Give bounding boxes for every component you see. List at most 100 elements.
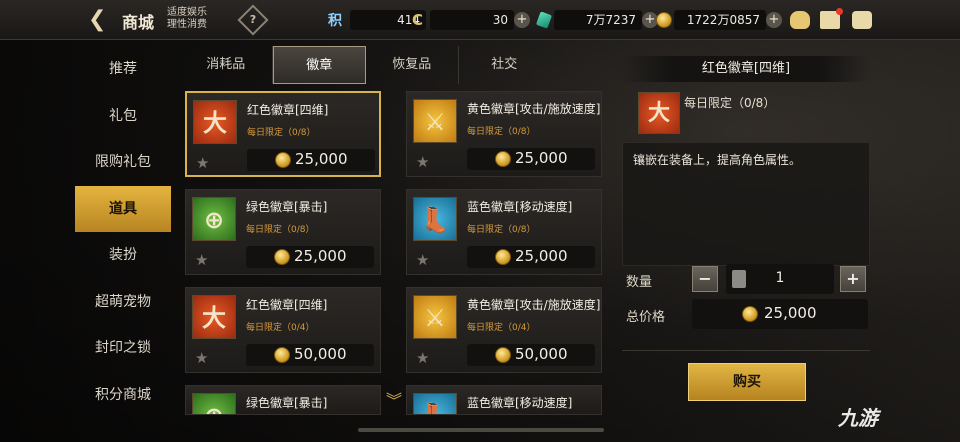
gold-coin-icon [495,347,511,363]
top-bar: ❮ 商城 适度娱乐 理性消费 ? 积 414 C 30 + 7万7237 + 1… [0,0,960,40]
total-price-value: 25,000 [764,304,817,322]
total-price-box: 25,000 [692,299,868,329]
tab-consumables[interactable]: 消耗品 [180,46,273,84]
item-card[interactable]: 大 ★ 红色徽章[四维] 每日限定（0/8） 25,000 [185,91,381,177]
blue-badge-icon: 👢 [413,197,457,241]
item-limit: 每日限定（0/4） [246,323,315,333]
add-gold-button[interactable]: + [766,12,782,28]
item-name: 红色徽章[四维] [247,103,329,117]
item-card[interactable]: ⚔ ★ 黄色徽章[攻击/施放速度] 每日限定（0/8） 25,000 [406,91,602,177]
red-badge-icon: 大 [192,295,236,339]
item-name: 蓝色徽章[移动速度] [467,396,573,410]
points-icon: 积 [328,13,342,29]
yellow-badge-icon: ⚔ [413,99,457,143]
detail-title: 红色徽章[四维] [622,56,870,82]
gold-coin-icon [495,151,511,167]
red-badge-icon: 大 [638,92,680,134]
item-card[interactable]: ⊕ 绿色徽章[暴击] [185,385,381,415]
sidebar-item-seal-lock[interactable]: 封印之锁 [75,325,171,372]
gem-value: 7万7237 [554,10,642,30]
item-price: 50,000 [467,344,595,366]
item-card[interactable]: ⊕ ★ 绿色徽章[暴击] 每日限定（0/8） 25,000 [185,189,381,275]
tab-recovery[interactable]: 恢复品 [366,46,459,84]
quantity-field[interactable]: 1 [726,264,834,294]
item-limit: 每日限定（0/8） [246,225,315,235]
item-limit: 每日限定（0/8） [467,127,536,137]
favorite-star-icon[interactable]: ★ [196,154,209,172]
scroll-down-chevron-icon[interactable]: ︾ [386,387,402,411]
detail-limit: 每日限定（0/8） [684,96,776,110]
gem-resource: 7万7237 + [535,10,658,30]
item-tabs: 消耗品 徽章 恢复品 社交 [180,46,550,84]
watermark-logo: 九游 [838,406,878,430]
item-limit: 每日限定（0/8） [247,128,316,138]
favorite-star-icon[interactable]: ★ [195,349,208,367]
item-name: 黄色徽章[攻击/施放速度] [467,102,601,116]
favorite-star-icon[interactable]: ★ [416,251,429,269]
tab-social[interactable]: 社交 [459,46,551,84]
item-card[interactable]: 大 ★ 红色徽章[四维] 每日限定（0/4） 50,000 [185,287,381,373]
gold-coin-icon [275,152,291,168]
red-badge-icon: 大 [193,100,237,144]
green-badge-icon: ⊕ [192,197,236,241]
item-name: 黄色徽章[攻击/施放速度] [467,298,601,312]
total-price-label: 总价格 [626,310,666,325]
gold-coin-icon [274,249,290,265]
item-name: 蓝色徽章[移动速度] [467,200,573,214]
item-limit: 每日限定（0/4） [467,323,536,333]
item-price: 25,000 [467,148,595,170]
help-icon[interactable]: ? [237,4,269,36]
decrease-quantity-button[interactable]: − [692,266,718,292]
c-currency-resource: C 30 + [412,10,530,30]
sidebar-item-items[interactable]: 道具 [75,185,171,232]
description-box: 镶嵌在装备上，提高角色属性。 [622,142,870,266]
blue-badge-icon: 👢 [413,393,457,414]
description-text: 镶嵌在装备上，提高角色属性。 [633,153,802,167]
yellow-badge-icon: ⚔ [413,295,457,339]
scrollbar[interactable] [358,428,604,432]
increase-quantity-button[interactable]: + [840,266,866,292]
chat-icon[interactable] [852,11,872,29]
gold-coin-icon [495,249,511,265]
category-sidebar: 推荐 礼包 限购礼包 道具 装扮 超萌宠物 封印之锁 积分商城 [75,46,171,418]
shop-screen: ❮ 商城 适度娱乐 理性消费 ? 积 414 C 30 + 7万7237 + 1… [0,0,960,442]
item-limit: 每日限定（0/8） [467,225,536,235]
back-arrow-icon[interactable]: ❮ [88,8,118,32]
sidebar-item-limited-pack[interactable]: 限购礼包 [75,139,171,186]
gold-coin-icon [742,306,758,322]
notification-dot [836,8,843,15]
gold-coin-icon [656,12,672,28]
quantity-stepper: − 1 + [692,264,868,294]
buy-button[interactable]: 购买 [688,363,806,401]
c-currency-icon: C [412,11,424,29]
item-card[interactable]: ⚔ ★ 黄色徽章[攻击/施放速度] 每日限定（0/4） 50,000 [406,287,602,373]
favorite-star-icon[interactable]: ★ [195,251,208,269]
item-price: 25,000 [246,246,374,268]
sidebar-item-costume[interactable]: 装扮 [75,232,171,279]
gem-icon [535,11,553,29]
favorite-star-icon[interactable]: ★ [416,153,429,171]
favorite-star-icon[interactable]: ★ [416,349,429,367]
sidebar-item-recommend[interactable]: 推荐 [75,46,171,93]
mail-icon[interactable] [820,8,843,29]
item-name: 绿色徽章[暴击] [246,200,328,214]
green-badge-icon: ⊕ [192,393,236,414]
notice-line-1: 适度娱乐 [167,7,207,18]
sidebar-item-points-shop[interactable]: 积分商城 [75,372,171,419]
add-c-currency-button[interactable]: + [514,12,530,28]
item-card[interactable]: 👢 ★ 蓝色徽章[移动速度] 每日限定（0/8） 25,000 [406,189,602,275]
sidebar-item-gift-pack[interactable]: 礼包 [75,93,171,140]
quantity-label: 数量 [626,275,653,290]
pouch-icon[interactable] [790,11,810,29]
c-currency-value: 30 [430,10,514,30]
item-price: 50,000 [246,344,374,366]
sidebar-item-pets[interactable]: 超萌宠物 [75,279,171,326]
gold-coin-icon [274,347,290,363]
item-price: 25,000 [247,149,375,171]
play-notice: 适度娱乐 理性消费 [167,7,207,31]
gold-resource: 1722万0857 + [656,10,782,30]
item-name: 红色徽章[四维] [246,298,328,312]
quantity-value: 1 [775,270,785,286]
item-card[interactable]: 👢 蓝色徽章[移动速度] [406,385,602,415]
tab-badges[interactable]: 徽章 [272,46,366,84]
